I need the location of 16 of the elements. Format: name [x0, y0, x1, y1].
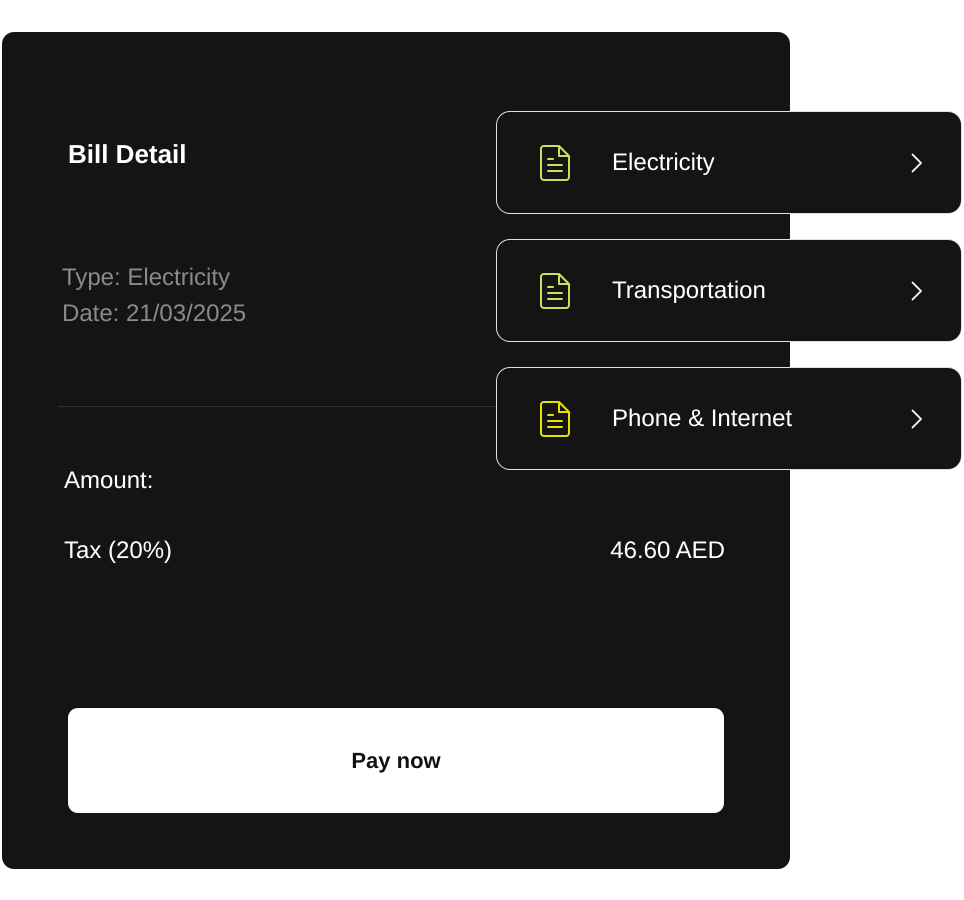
item-label: Transportation: [612, 276, 767, 306]
chevron-right-icon: [911, 408, 923, 428]
pay-now-button[interactable]: Pay now: [68, 708, 724, 813]
bill-title: Bill Detail: [68, 138, 186, 170]
line-label: Tax (20%): [64, 536, 172, 566]
chevron-right-icon: [911, 280, 923, 300]
bill-type-item[interactable]: Electricity: [496, 111, 962, 214]
chevron-right-icon: [911, 152, 923, 172]
line-value: 46.60 AED: [610, 536, 725, 566]
item-label: Electricity: [612, 148, 716, 178]
item-label: Phone & Internet: [612, 404, 794, 434]
line-label: Amount:: [64, 466, 154, 496]
bill-detail-text: Date: 21/03/2025: [62, 299, 246, 329]
bill-type-item[interactable]: Transportation: [496, 239, 962, 342]
bill-detail-text: Type: Electricity: [62, 263, 230, 293]
bill-type-item[interactable]: Phone & Internet: [496, 367, 962, 470]
